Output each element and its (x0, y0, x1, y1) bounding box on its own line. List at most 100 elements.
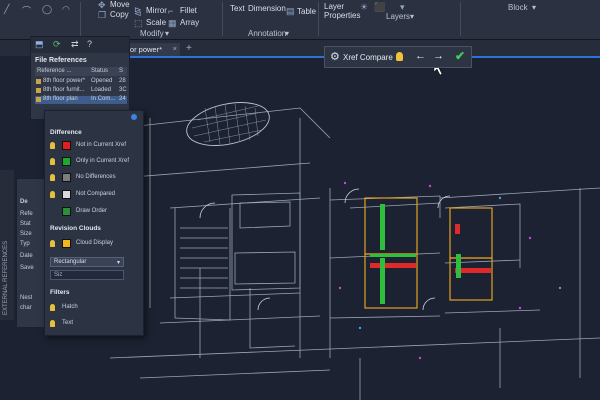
annotation-panel-expand-icon[interactable]: ▾ (285, 29, 289, 38)
block-panel-title[interactable]: Block (508, 3, 528, 12)
column-header[interactable]: S (119, 68, 123, 74)
cloud-shape-select[interactable]: Rectangular ▾ (50, 257, 124, 267)
cloud-size-field[interactable]: Siz (50, 270, 124, 280)
color-swatch[interactable] (62, 173, 71, 182)
filter-item[interactable]: Text (50, 319, 142, 329)
fillet-icon[interactable]: ⌐ (168, 6, 173, 16)
color-swatch[interactable] (62, 157, 71, 166)
lightbulb-icon[interactable] (50, 174, 55, 181)
layer-state-icon[interactable]: ☀ (360, 2, 368, 13)
copy-icon[interactable]: ❐ (98, 10, 106, 21)
difference-label: No Differences (76, 174, 116, 180)
layer-lock-icon[interactable]: ⬛ (374, 2, 385, 13)
revision-clouds-section-title: Revision Clouds (50, 225, 101, 232)
annotation-panel-title[interactable]: Annotation (248, 29, 286, 38)
lightbulb-icon[interactable] (50, 304, 55, 311)
palette-toolbar: ⬒ ⟳ ⇄ ? (31, 37, 129, 53)
previous-change-button[interactable]: ← (415, 50, 426, 62)
layers-panel-title[interactable]: Layers (386, 12, 410, 21)
lightbulb-icon[interactable] (50, 191, 55, 198)
filter-item[interactable]: Hatch (50, 303, 142, 313)
color-swatch[interactable] (62, 239, 71, 248)
ribbon: ╱ ⌒ ◯ ◠ ✥ Move ❐ Copy ⧎ Mirror ⌐ Fillet … (0, 0, 600, 40)
new-tab-button[interactable]: + (186, 43, 192, 54)
difference-item[interactable]: Not Compared (50, 190, 142, 200)
close-icon[interactable]: × (173, 44, 177, 53)
lightbulb-icon[interactable] (50, 158, 55, 165)
lightbulb-icon[interactable] (50, 142, 55, 149)
column-header[interactable]: Status (91, 68, 108, 74)
file-reference-name: 8th floor power* (43, 78, 86, 84)
layer-properties-button[interactable]: Layer Properties (324, 2, 360, 20)
xref-compare-label: Xref Compare (343, 53, 393, 62)
filters-section-title: Filters (50, 289, 70, 296)
lightbulb-icon[interactable] (50, 240, 55, 247)
file-reference-row[interactable]: 8th floor furnit... Loaded 3C (35, 87, 127, 95)
table-icon[interactable]: ▤ (286, 6, 295, 17)
floor-plan-lines (109, 107, 600, 400)
details-label: char (20, 305, 32, 311)
color-swatch[interactable] (62, 141, 71, 150)
array-icon[interactable]: ▦ (168, 18, 177, 29)
scale-icon[interactable]: ⬚ (134, 18, 143, 29)
cloud-display-item[interactable]: Cloud Display (50, 239, 142, 249)
dwg-file-icon (36, 88, 41, 93)
difference-label: Draw Order (76, 208, 108, 214)
dimension-button[interactable]: Dimension (248, 4, 286, 13)
ribbon-separator (318, 2, 319, 36)
scale-button[interactable]: Scale (146, 18, 166, 27)
next-change-button[interactable]: → (433, 50, 444, 62)
difference-label: Not in Current Xref (76, 142, 127, 148)
modify-panel-title[interactable]: Modify (140, 29, 164, 38)
column-header[interactable]: Reference ... (37, 68, 71, 74)
file-reference-name: 8th floor plan (43, 96, 78, 102)
arc-tool-icon[interactable]: ◠ (62, 4, 70, 15)
file-references-title: File References (35, 57, 87, 64)
move-button[interactable]: Move (110, 0, 130, 9)
line-tool-icon[interactable]: ╱ (4, 4, 9, 15)
difference-item[interactable]: Only in Current Xref (50, 157, 142, 167)
modify-panel-expand-icon[interactable]: ▾ (165, 29, 169, 38)
difference-green-marks (370, 204, 461, 304)
help-icon[interactable]: ? (87, 39, 92, 49)
layers-panel-expand-icon[interactable]: ▾ (410, 12, 414, 21)
change-path-icon[interactable]: ⇄ (71, 39, 79, 50)
circle-tool-icon[interactable]: ◯ (42, 4, 52, 15)
array-button[interactable]: Array (180, 18, 199, 27)
text-button[interactable]: Text (230, 4, 245, 13)
annotation-dots (338, 181, 532, 360)
palette-side-bar[interactable]: EXTERNAL REFERENCES (0, 170, 14, 320)
chevron-down-icon: ▾ (116, 260, 120, 266)
difference-item[interactable]: Draw Order (50, 207, 142, 217)
filter-label: Text (62, 320, 74, 326)
file-reference-status: Loaded (91, 87, 112, 93)
polyline-tool-icon[interactable]: ⌒ (22, 4, 31, 17)
difference-label: Not Compared (76, 191, 116, 197)
file-reference-name: 8th floor furnit... (43, 87, 85, 93)
difference-item[interactable]: Not in Current Xref (50, 141, 142, 151)
accept-check-button[interactable]: ✔ (455, 49, 465, 63)
pin-icon[interactable] (131, 114, 137, 120)
file-reference-row[interactable]: 8th floor power* Opened 28 (35, 78, 127, 86)
table-button[interactable]: Table (297, 7, 316, 16)
block-panel-expand-icon[interactable]: ▾ (532, 3, 536, 12)
difference-item[interactable]: No Differences (50, 173, 142, 183)
refresh-icon[interactable]: ⟳ (53, 39, 61, 50)
oval-hatch (186, 102, 270, 146)
ribbon-separator (80, 2, 81, 36)
cloud-display-label: Cloud Display (76, 240, 114, 246)
details-label: Stat (20, 221, 31, 227)
fillet-button[interactable]: Fillet (180, 6, 197, 15)
file-reference-row[interactable]: 8th floor plan In Com... 24 (35, 96, 127, 104)
color-swatch[interactable] (62, 190, 71, 199)
lightbulb-icon[interactable] (50, 320, 55, 327)
attach-icon[interactable]: ⬒ (35, 39, 44, 50)
gear-icon[interactable]: ⚙ (330, 50, 340, 63)
color-swatch[interactable] (62, 207, 71, 216)
mirror-button[interactable]: Mirror (146, 6, 167, 15)
copy-button[interactable]: Copy (110, 10, 129, 19)
mirror-icon[interactable]: ⧎ (134, 6, 142, 17)
lightbulb-icon[interactable] (396, 52, 403, 61)
door-symbols (199, 188, 451, 311)
filter-label: Hatch (62, 304, 78, 310)
